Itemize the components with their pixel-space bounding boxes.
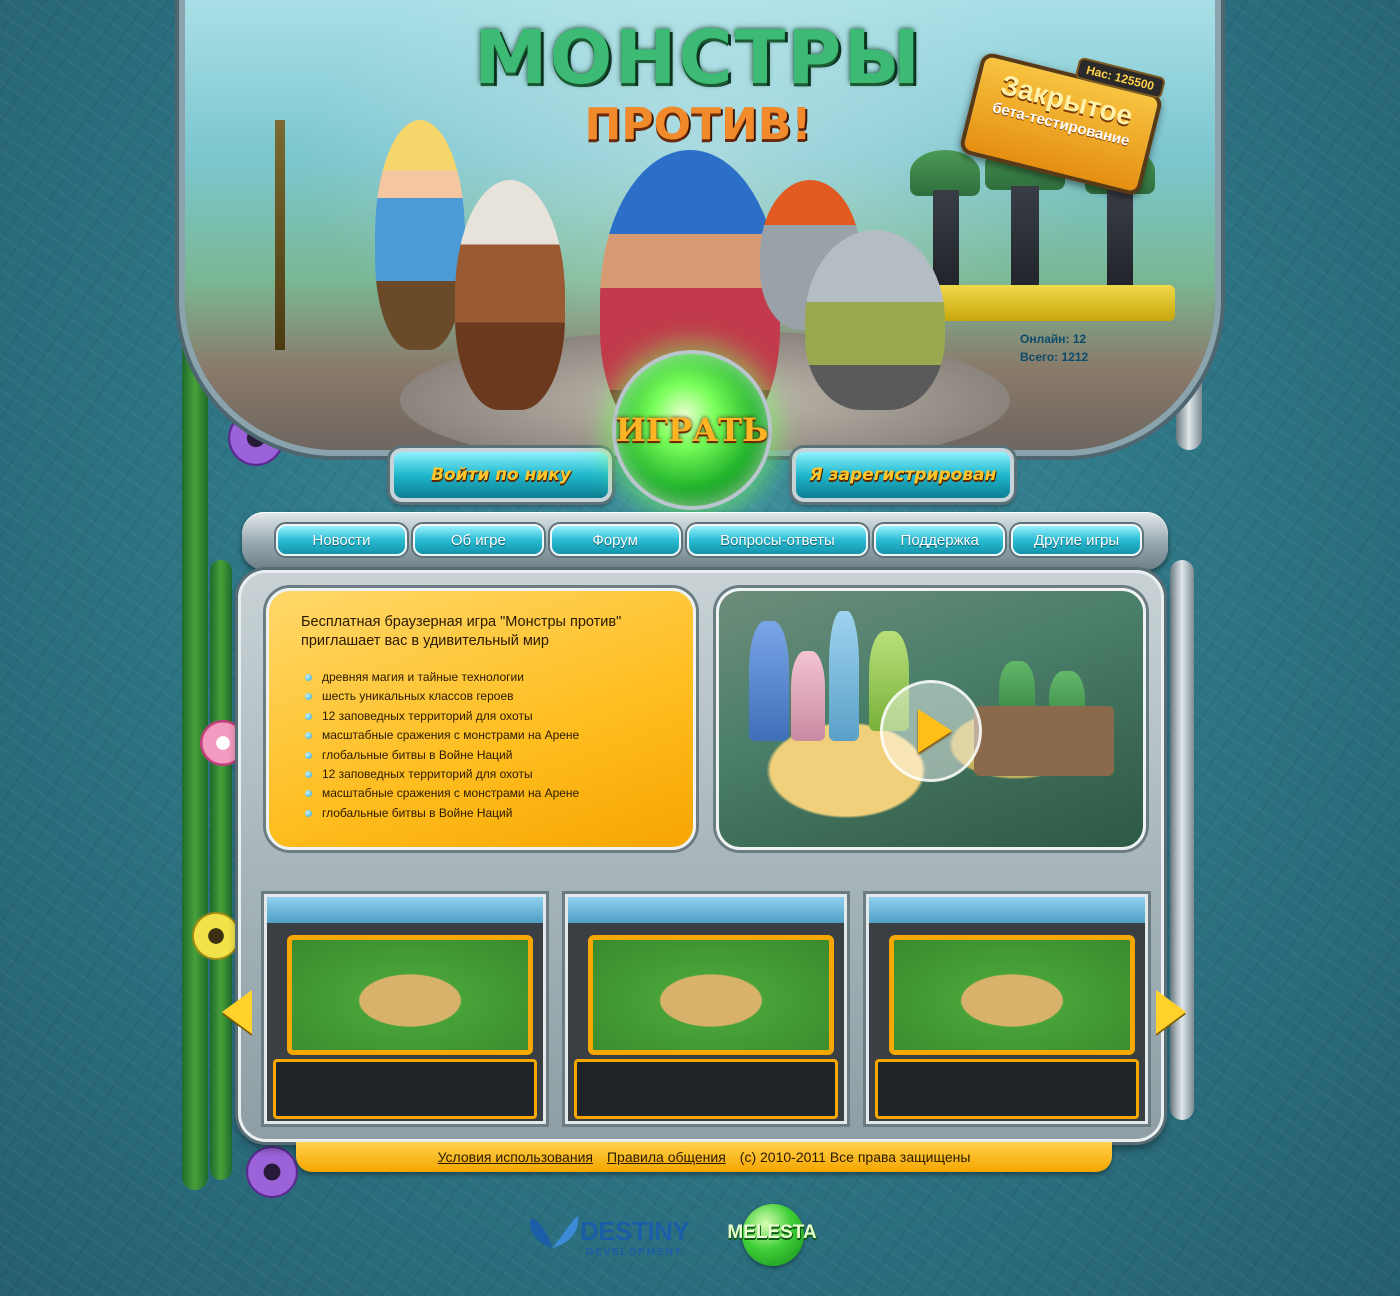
login-by-nick-button[interactable]: Войти по нику: [390, 448, 612, 502]
right-pipe: [1170, 560, 1194, 1120]
registered-login-label: Я зарегистрирован: [809, 465, 997, 485]
flower-decoration: [246, 1146, 298, 1198]
feature-item: 12 заповедных территорий для охоты: [305, 765, 579, 784]
arrow-right-icon[interactable]: [1156, 990, 1186, 1034]
left-vine-branch: [210, 560, 232, 1180]
nav-other-games[interactable]: Другие игры: [1011, 524, 1142, 556]
feature-item: масштабные сражения с монстрами на Арене: [305, 726, 579, 745]
screenshot-thumbnail[interactable]: [565, 894, 847, 1124]
arrow-left-icon[interactable]: [222, 990, 252, 1034]
nav-news-label: Новости: [312, 531, 371, 549]
screenshot-thumbnail[interactable]: [264, 894, 546, 1124]
feature-list: древняя магия и тайные технологии шесть …: [305, 668, 579, 823]
developer-subtitle: DEVELOPMENT: [586, 1246, 683, 1258]
feature-item: масштабные сражения с монстрами на Арене: [305, 784, 579, 803]
nav-forum-label: Форум: [592, 531, 638, 549]
logo-subtitle: ПРОТИВ!: [584, 99, 812, 150]
screenshot-thumbnail[interactable]: [866, 894, 1148, 1124]
developer-logo[interactable]: DESTINY DEVELOPMENT: [524, 1208, 704, 1264]
feature-item: древняя магия и тайные технологии: [305, 668, 579, 687]
feature-item: 12 заповедных территорий для охоты: [305, 707, 579, 726]
developer-name: DESTINY: [580, 1216, 690, 1246]
rules-link[interactable]: Правила общения: [607, 1149, 726, 1165]
game-logo: МОНСТРЫ ПРОТИВ!: [468, 18, 928, 150]
butterfly-icon: [530, 1216, 579, 1248]
info-panel: Бесплатная браузерная игра "Монстры прот…: [266, 588, 696, 850]
online-stats: Онлайн: 12 Всего: 1212: [1020, 330, 1088, 366]
terms-link[interactable]: Условия использования: [438, 1149, 593, 1165]
feature-item: шесть уникальных классов героев: [305, 687, 579, 706]
hero-character-monster: [805, 230, 945, 410]
video-play-button[interactable]: [880, 680, 982, 782]
play-button-label: ИГРАТЬ: [615, 411, 769, 449]
info-lead-text: Бесплатная браузерная игра "Монстры прот…: [301, 614, 622, 649]
nav-support-label: Поддержка: [900, 531, 979, 549]
logo-title: МОНСТРЫ: [473, 15, 923, 101]
nav-forum[interactable]: Форум: [549, 524, 681, 556]
registered-login-button[interactable]: Я зарегистрирован: [792, 448, 1014, 502]
publisher-name: MELESTA: [727, 1222, 817, 1243]
nav-other-games-label: Другие игры: [1033, 531, 1120, 549]
play-icon: [918, 709, 952, 753]
nav-faq-label: Вопросы-ответы: [720, 531, 835, 549]
nav-about-label: Об игре: [450, 531, 506, 549]
hero-character-warrior: [455, 180, 565, 410]
publisher-logo[interactable]: MELESTA: [720, 1200, 824, 1272]
flower-decoration: [192, 912, 240, 960]
nav-support[interactable]: Поддержка: [874, 524, 1006, 556]
nav-about[interactable]: Об игре: [412, 524, 544, 556]
online-count: Онлайн: 12: [1020, 332, 1087, 346]
nav-faq[interactable]: Вопросы-ответы: [686, 524, 869, 556]
feature-item: глобальные битвы в Войне Наций: [305, 804, 579, 823]
total-count: Всего: 1212: [1020, 350, 1089, 364]
login-by-nick-label: Войти по нику: [431, 465, 571, 485]
play-button[interactable]: ИГРАТЬ: [612, 350, 772, 510]
feature-item: глобальные битвы в Войне Наций: [305, 746, 579, 765]
footer-bar: Условия использования Правила общения (c…: [296, 1142, 1112, 1172]
copyright-text: (c) 2010-2011 Все права защищены: [739, 1149, 971, 1165]
hero-character-fairy: [375, 120, 465, 350]
main-nav: Новости Об игре Форум Вопросы-ответы Под…: [276, 524, 1142, 556]
nav-news[interactable]: Новости: [276, 524, 407, 556]
